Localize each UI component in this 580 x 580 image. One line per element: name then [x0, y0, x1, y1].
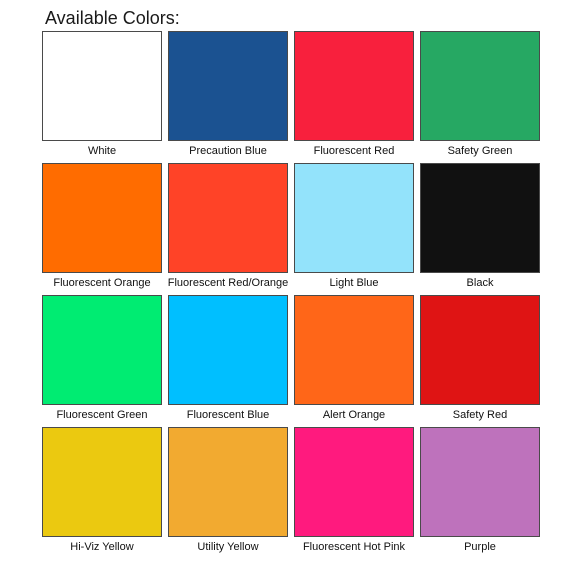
color-name-label: Fluorescent Green — [56, 409, 148, 421]
color-name-label: Precaution Blue — [189, 145, 267, 157]
color-swatch — [168, 295, 288, 405]
color-name-label: Fluorescent Orange — [53, 277, 151, 289]
color-name-label: Black — [466, 277, 494, 289]
color-swatch — [168, 427, 288, 537]
color-option: Fluorescent Hot Pink — [294, 427, 414, 559]
color-name-label: White — [87, 145, 117, 157]
color-swatch — [294, 427, 414, 537]
color-option: Fluorescent Red — [294, 31, 414, 163]
color-swatch — [42, 295, 162, 405]
color-swatch — [420, 163, 540, 273]
color-name-label: Safety Green — [447, 145, 513, 157]
color-swatch — [294, 163, 414, 273]
color-name-label: Fluorescent Blue — [186, 409, 270, 421]
color-option: Light Blue — [294, 163, 414, 295]
color-swatch — [294, 295, 414, 405]
color-swatch — [420, 295, 540, 405]
color-option: Alert Orange — [294, 295, 414, 427]
color-option: Safety Green — [420, 31, 540, 163]
color-option: Black — [420, 163, 540, 295]
color-option: Fluorescent Green — [42, 295, 162, 427]
color-option: Precaution Blue — [168, 31, 288, 163]
color-swatch — [42, 31, 162, 141]
color-name-label: Fluorescent Red/Orange — [167, 277, 289, 289]
color-option: Safety Red — [420, 295, 540, 427]
color-name-label: Safety Red — [452, 409, 508, 421]
color-swatch — [168, 163, 288, 273]
color-name-label: Fluorescent Hot Pink — [302, 541, 406, 553]
color-option: Hi-Viz Yellow — [42, 427, 162, 559]
color-swatch — [420, 31, 540, 141]
color-swatch — [294, 31, 414, 141]
color-swatch — [42, 163, 162, 273]
color-option: Fluorescent Red/Orange — [168, 163, 288, 295]
color-name-label: Hi-Viz Yellow — [70, 541, 134, 553]
color-swatch — [168, 31, 288, 141]
color-name-label: Fluorescent Red — [313, 145, 395, 157]
color-name-label: Alert Orange — [322, 409, 386, 421]
color-swatch-grid: White Precaution Blue Fluorescent Red Safet… — [42, 31, 544, 559]
color-option: Fluorescent Orange — [42, 163, 162, 295]
color-swatch — [42, 427, 162, 537]
color-option: Fluorescent Blue — [168, 295, 288, 427]
color-swatch — [420, 427, 540, 537]
color-name-label: Utility Yellow — [197, 541, 259, 553]
color-option: White — [42, 31, 162, 163]
color-option: Purple — [420, 427, 540, 559]
color-option: Utility Yellow — [168, 427, 288, 559]
color-name-label: Purple — [464, 541, 496, 553]
page-title: Available Colors: — [45, 8, 180, 28]
color-name-label: Light Blue — [329, 277, 379, 289]
